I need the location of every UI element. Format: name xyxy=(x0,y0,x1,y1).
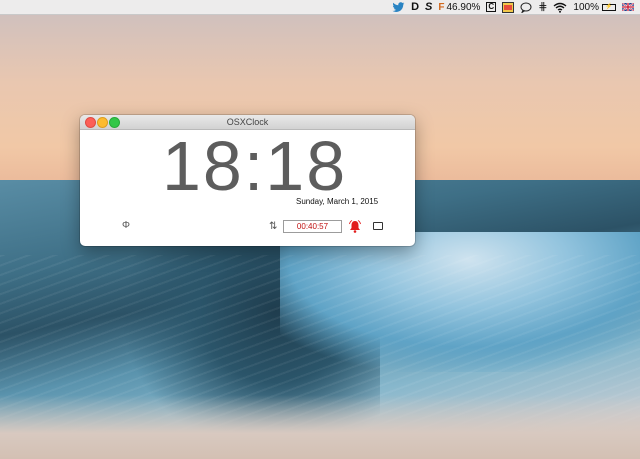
cpu-monitor[interactable]: F 46.90% xyxy=(438,0,480,15)
menu-bar: D S F 46.90% C ⋕ 100% ⚡ xyxy=(0,0,640,15)
phi-icon[interactable]: Φ xyxy=(122,220,130,231)
chat-icon[interactable] xyxy=(520,0,532,15)
clock-date: Sunday, March 1, 2015 xyxy=(296,197,379,206)
osxclock-window: OSXClock 18:18 Sunday, March 1, 2015 Φ ⇅… xyxy=(80,115,415,246)
battery-percent: 100% xyxy=(573,1,599,13)
alarm-bell-icon[interactable] xyxy=(349,220,361,238)
cpu-monitor-icon: F xyxy=(438,1,445,13)
hash-icon[interactable]: ⋕ xyxy=(538,0,547,15)
folder-app-icon[interactable] xyxy=(502,0,515,15)
battery-status[interactable]: 100% ⚡ xyxy=(573,0,616,15)
wifi-icon[interactable] xyxy=(553,0,567,15)
sort-icon[interactable]: ⇅ xyxy=(269,221,277,232)
flag-icon[interactable] xyxy=(622,0,634,15)
d-app-icon[interactable]: D xyxy=(411,0,419,15)
twitter-icon[interactable] xyxy=(392,0,405,15)
clock-time: 18:18 xyxy=(162,127,348,205)
s-app-icon[interactable]: S xyxy=(425,0,432,15)
c-app-icon[interactable]: C xyxy=(486,0,497,15)
foam-bottom xyxy=(0,395,640,459)
fullscreen-icon[interactable] xyxy=(373,222,383,230)
cpu-monitor-text: 46.90% xyxy=(446,1,481,13)
c-app-label: C xyxy=(486,2,497,12)
timer-field[interactable]: 00:40:57 xyxy=(283,220,342,233)
battery-icon: ⚡ xyxy=(602,3,616,11)
